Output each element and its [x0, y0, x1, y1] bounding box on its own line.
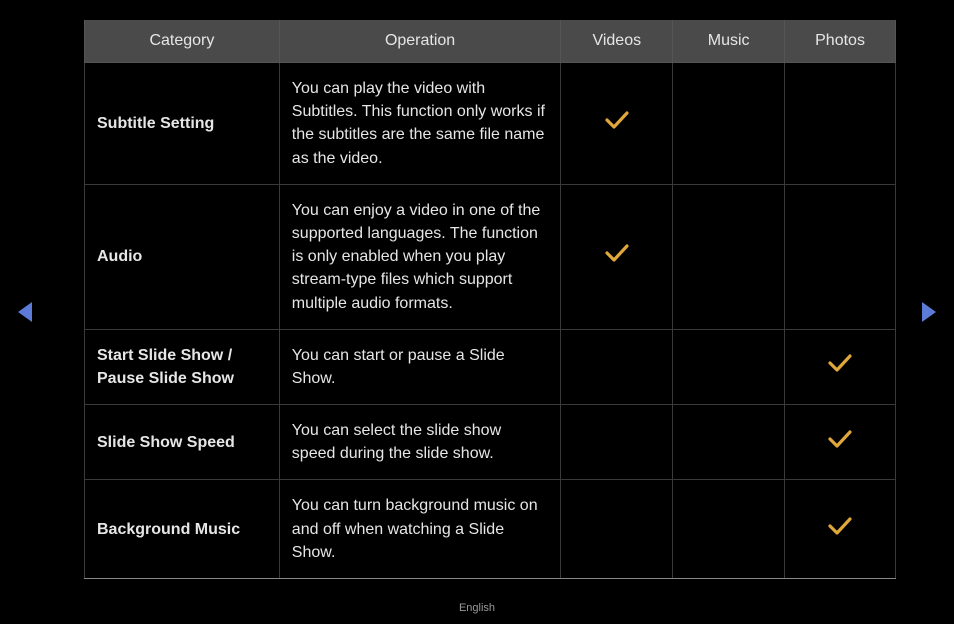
table-row: Slide Show SpeedYou can select the slide…	[85, 405, 896, 480]
category-cell: Subtitle Setting	[85, 63, 280, 185]
operation-cell: You can select the slide show speed duri…	[279, 405, 561, 480]
photos-cell	[785, 480, 896, 579]
videos-cell	[561, 405, 673, 480]
table-row: Background MusicYou can turn background …	[85, 480, 896, 579]
check-icon	[828, 517, 852, 535]
check-icon	[605, 111, 629, 129]
videos-cell	[561, 63, 673, 185]
check-icon	[828, 354, 852, 372]
category-cell: Start Slide Show / Pause Slide Show	[85, 329, 280, 404]
videos-cell	[561, 329, 673, 404]
check-icon	[828, 430, 852, 448]
feature-table: Category Operation Videos Music Photos S…	[84, 20, 896, 579]
music-cell	[673, 480, 785, 579]
music-cell	[673, 329, 785, 404]
category-cell: Slide Show Speed	[85, 405, 280, 480]
category-cell: Audio	[85, 184, 280, 329]
photos-cell	[785, 63, 896, 185]
operation-cell: You can turn background music on and off…	[279, 480, 561, 579]
videos-cell	[561, 480, 673, 579]
table-row: Start Slide Show / Pause Slide ShowYou c…	[85, 329, 896, 404]
category-cell: Background Music	[85, 480, 280, 579]
table-row: AudioYou can enjoy a video in one of the…	[85, 184, 896, 329]
table-header-row: Category Operation Videos Music Photos	[85, 20, 896, 63]
operation-cell: You can start or pause a Slide Show.	[279, 329, 561, 404]
check-icon	[605, 244, 629, 262]
videos-cell	[561, 184, 673, 329]
header-category: Category	[85, 20, 280, 63]
music-cell	[673, 184, 785, 329]
music-cell	[673, 405, 785, 480]
header-music: Music	[673, 20, 785, 63]
header-photos: Photos	[785, 20, 896, 63]
photos-cell	[785, 329, 896, 404]
photos-cell	[785, 184, 896, 329]
table-row: Subtitle SettingYou can play the video w…	[85, 63, 896, 185]
operation-cell: You can play the video with Subtitles. T…	[279, 63, 561, 185]
prev-page-arrow[interactable]	[18, 302, 32, 322]
music-cell	[673, 63, 785, 185]
photos-cell	[785, 405, 896, 480]
operation-cell: You can enjoy a video in one of the supp…	[279, 184, 561, 329]
header-videos: Videos	[561, 20, 673, 63]
footer-language: English	[0, 602, 954, 614]
manual-page: Category Operation Videos Music Photos S…	[0, 0, 954, 624]
next-page-arrow[interactable]	[922, 302, 936, 322]
header-operation: Operation	[279, 20, 561, 63]
